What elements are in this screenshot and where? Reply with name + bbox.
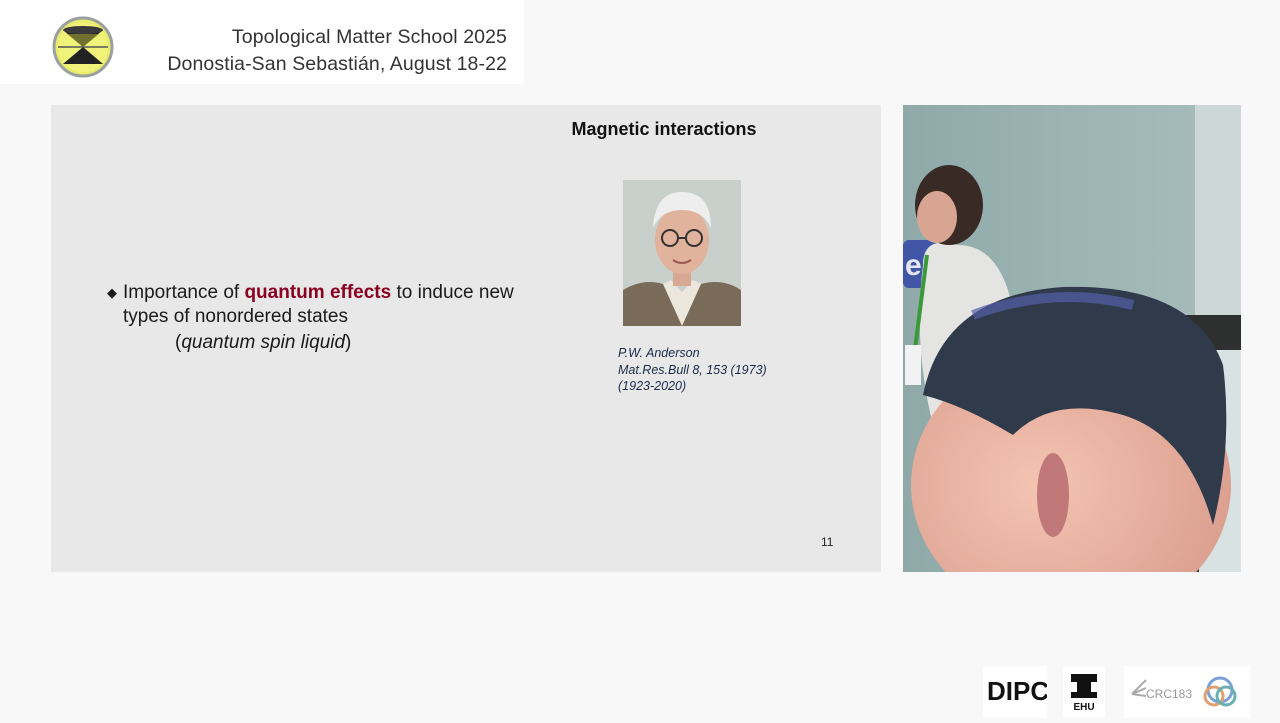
caption-years: (1923-2020) <box>618 379 687 393</box>
bullet-point: ◆ Importance of quantum effects to induc… <box>107 281 567 356</box>
bullet-emphasis: quantum effects <box>244 282 392 303</box>
ehu-logo: EHU <box>1063 666 1105 718</box>
speaker-video-feed: en <box>903 105 1241 572</box>
ehu-logo-mark: EHU <box>1071 674 1097 713</box>
crc-logo-text: CRC183 <box>1146 687 1192 701</box>
dipc-logo-mark: DIPC <box>987 676 1049 706</box>
caption-name: P.W. Anderson <box>618 346 700 360</box>
slide-page-number: 11 <box>821 535 834 549</box>
bullet-line-2: types of nonordered states <box>123 306 348 327</box>
caption-reference: Mat.Res.Bull 8, 153 (1973) <box>618 362 767 377</box>
dipc-logo-text: DIPC <box>987 676 1047 706</box>
bullet-line-1: ◆ Importance of quantum effects to induc… <box>107 281 567 305</box>
event-location-dates: Donostia-San Sebastián, August 18-22 <box>167 53 507 75</box>
bullet-text-pre: Importance of <box>123 282 245 303</box>
event-title: Topological Matter School 2025 Donostia-… <box>167 24 507 78</box>
event-name: Topological Matter School 2025 <box>231 26 507 48</box>
paren-close: ) <box>345 332 352 353</box>
bullet-italic-term: quantum spin liquid <box>181 332 346 353</box>
slide-heading: Magnetic interactions <box>571 119 757 139</box>
presentation-slide: Magnetic interactions ◆ Importance of qu… <box>51 105 881 572</box>
portrait-caption: P.W. Anderson Mat.Res.Bull 8, 153 (1973)… <box>618 345 767 395</box>
crc-logo: CRC183 <box>1124 666 1250 718</box>
event-header: Topological Matter School 2025 Donostia-… <box>0 0 524 84</box>
bullet-line-3: (quantum spin liquid) <box>107 329 567 356</box>
dipc-logo: DIPC <box>983 666 1049 718</box>
bullet-text-post: to induce new <box>391 282 514 303</box>
diamond-bullet-icon: ◆ <box>107 285 117 300</box>
school-logo <box>52 16 114 78</box>
ehu-logo-text: EHU <box>1073 702 1094 713</box>
anderson-portrait <box>623 180 741 326</box>
crc-logo-mark: CRC183 <box>1131 676 1237 707</box>
